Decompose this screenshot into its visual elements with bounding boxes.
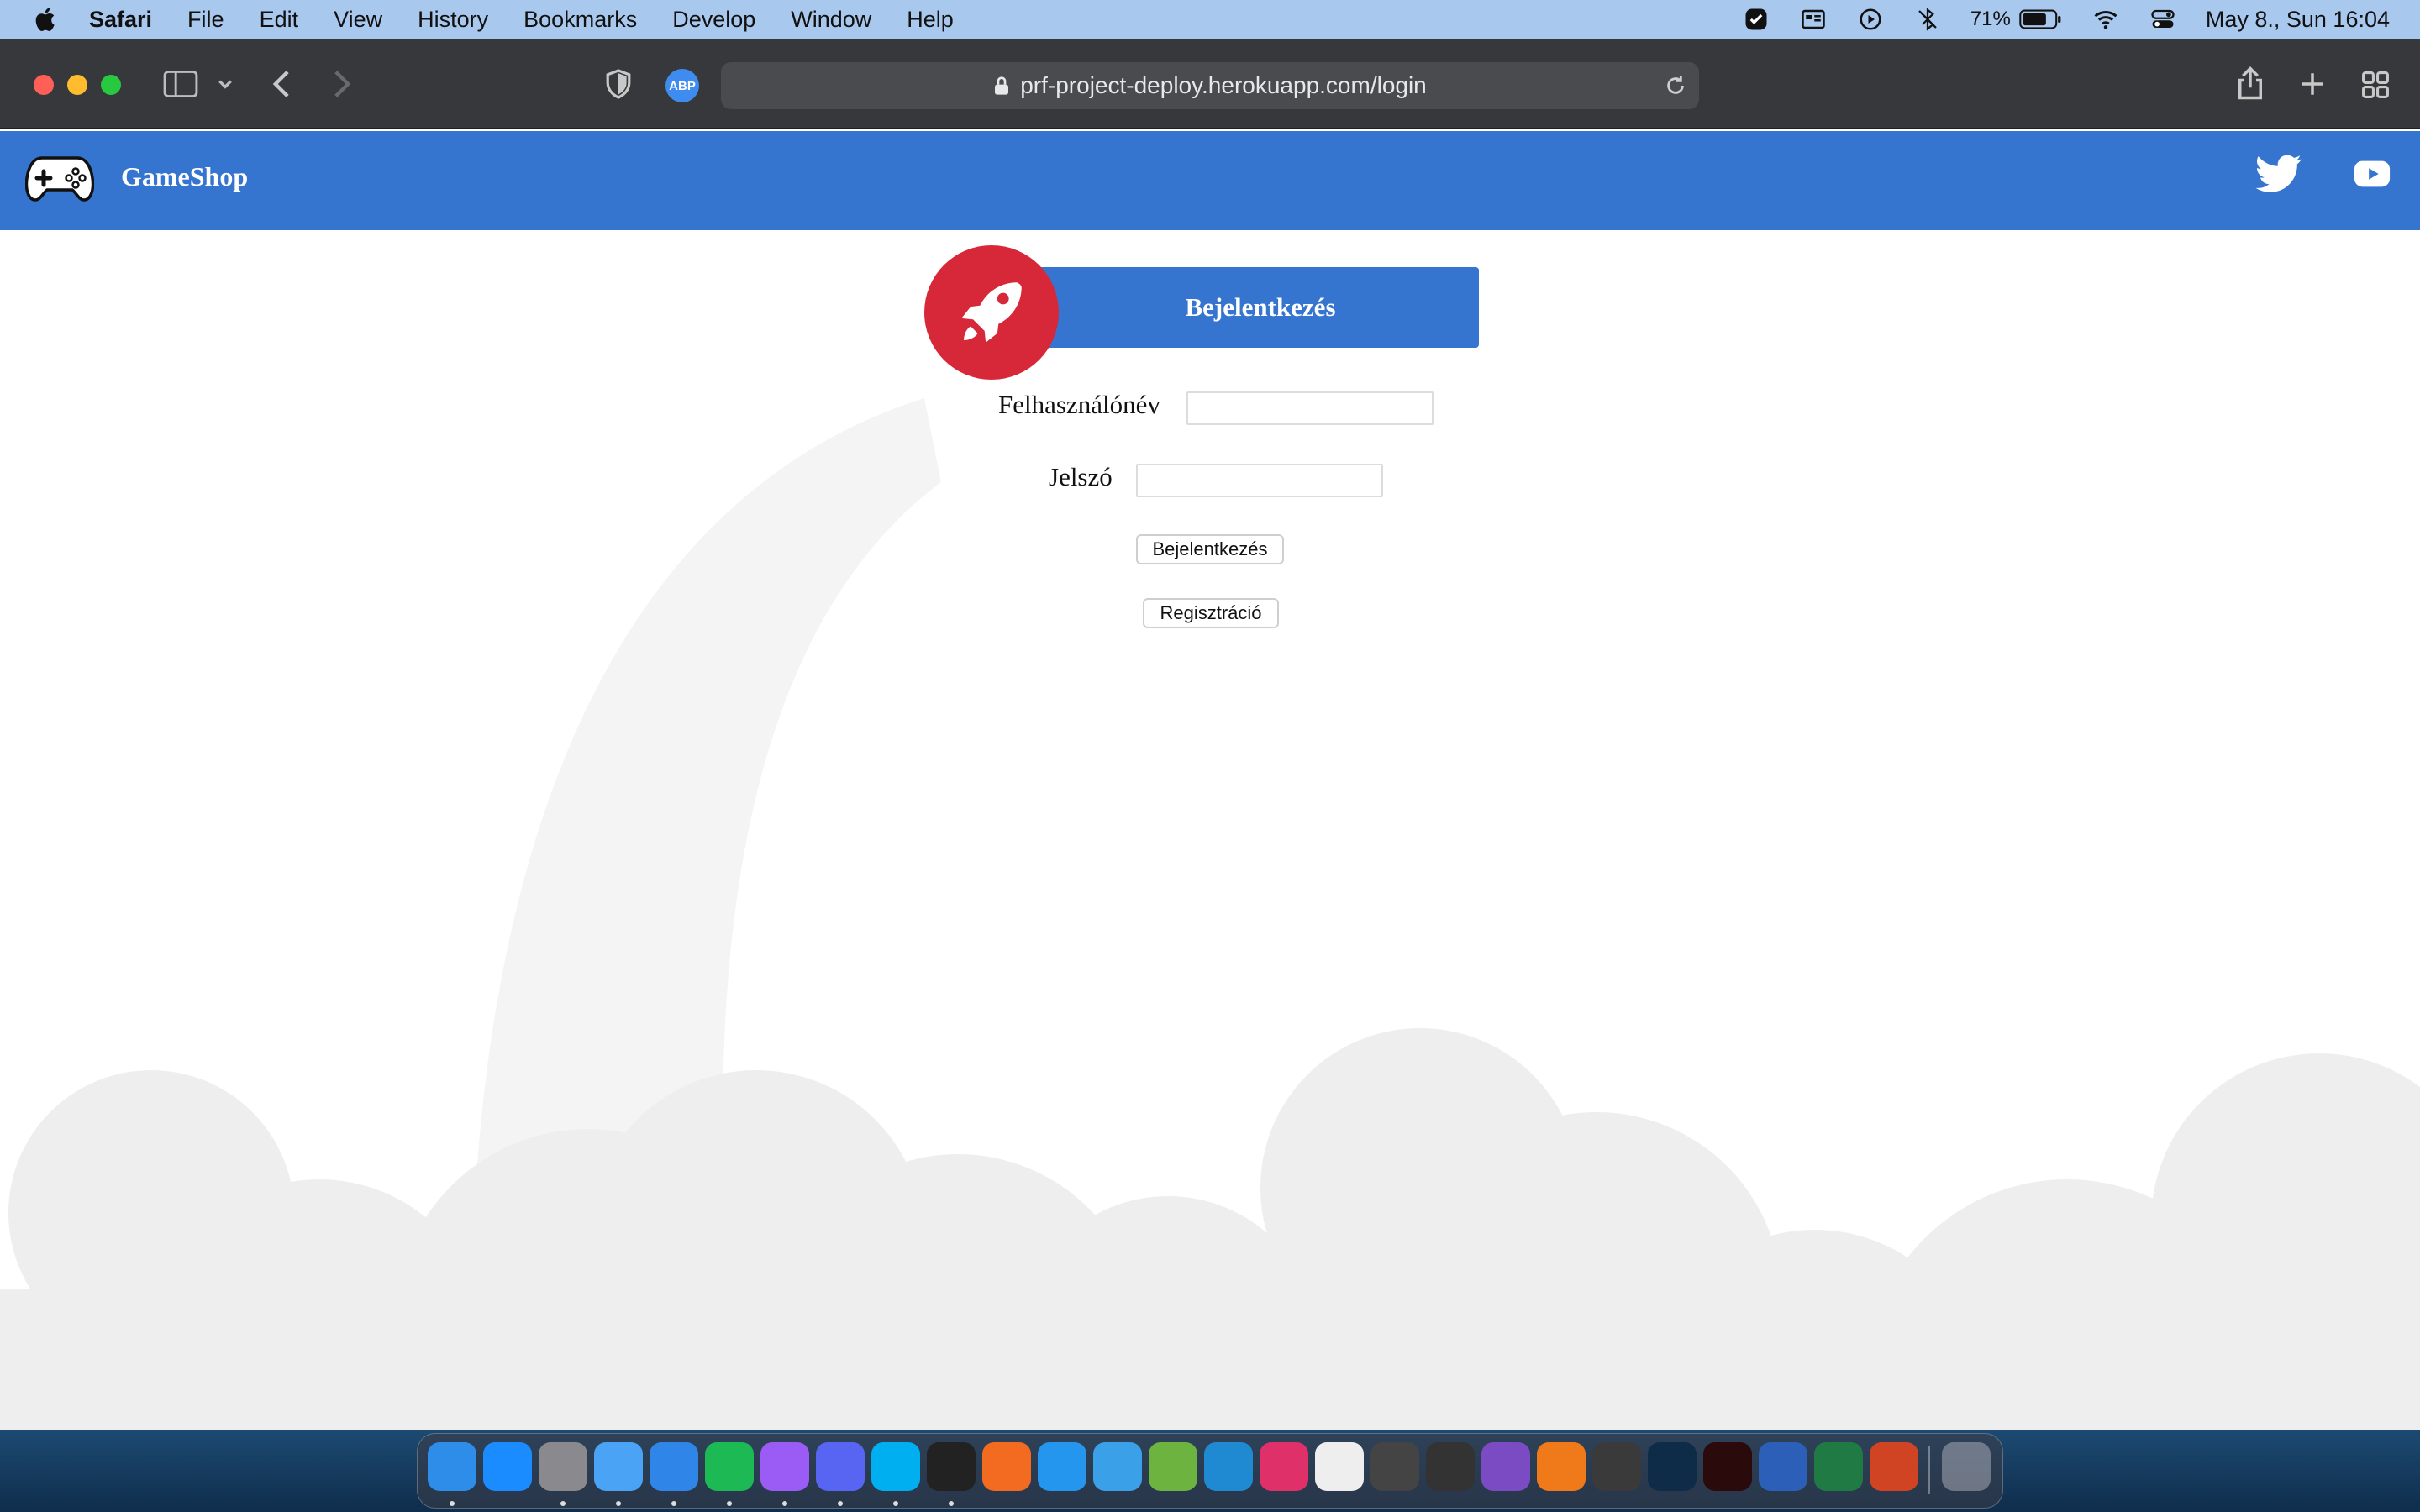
battery-icon[interactable] <box>2019 7 2063 32</box>
adblock-extension-icon[interactable]: ABP <box>666 69 699 102</box>
acrobat-icon[interactable] <box>1703 1442 1752 1491</box>
forward-arrow-icon[interactable] <box>331 69 353 99</box>
unity-icon[interactable] <box>1370 1442 1419 1491</box>
login-button[interactable]: Bejelentkezés <box>1136 534 1284 564</box>
reload-icon[interactable] <box>1664 74 1687 97</box>
app-store-icon[interactable] <box>483 1442 532 1491</box>
trash-icon[interactable] <box>1942 1442 1991 1491</box>
sourcetree-icon[interactable] <box>1537 1442 1586 1491</box>
menu-develop[interactable]: Develop <box>672 7 755 33</box>
sketch-icon[interactable] <box>982 1442 1031 1491</box>
final-cut-icon[interactable] <box>1592 1442 1641 1491</box>
privacy-shield-icon[interactable] <box>605 69 632 99</box>
wifi-icon[interactable] <box>2091 7 2120 32</box>
login-title: Bejelentkezés <box>1025 267 1479 348</box>
web-page: GameShop Bejelentkezés Felhasználónév Je… <box>0 131 2420 1430</box>
dock-separator <box>1928 1446 1930 1494</box>
username-input[interactable] <box>1186 391 1434 425</box>
rocket-icon <box>961 282 1022 343</box>
notes-icon[interactable] <box>1149 1442 1197 1491</box>
running-indicator <box>893 1501 898 1506</box>
sidebar-toggle-icon[interactable] <box>163 71 198 97</box>
menu-help[interactable]: Help <box>907 7 954 33</box>
password-label: Jelszó <box>1049 462 1113 491</box>
bluetooth-off-icon[interactable] <box>1913 7 1942 32</box>
control-center-icon[interactable] <box>2149 7 2177 32</box>
checkmark-shield-icon[interactable] <box>1742 7 1770 32</box>
back-arrow-icon[interactable] <box>271 69 292 99</box>
window-close-button[interactable] <box>34 75 54 95</box>
url-text: prf-project-deploy.herokuapp.com/login <box>1020 72 1427 98</box>
running-indicator <box>782 1501 787 1506</box>
intellij-icon[interactable] <box>1260 1442 1308 1491</box>
menubar: Safari File Edit View History Bookmarks … <box>0 0 2420 39</box>
menubar-clock[interactable]: May 8., Sun 16:04 <box>2206 7 2390 33</box>
menu-view[interactable]: View <box>334 7 382 33</box>
play-circle-icon[interactable] <box>1856 7 1885 32</box>
screen-display-icon[interactable] <box>1799 7 1828 32</box>
status-area: 71% May 8., Sun 16:04 <box>1713 0 2390 39</box>
messenger-icon[interactable] <box>760 1442 809 1491</box>
apple-icon[interactable] <box>32 5 60 34</box>
running-indicator <box>838 1501 843 1506</box>
running-indicator <box>671 1501 676 1506</box>
word-icon[interactable] <box>1759 1442 1807 1491</box>
running-indicator <box>949 1501 954 1506</box>
powerpoint-icon[interactable] <box>1870 1442 1918 1491</box>
youtube-icon[interactable] <box>2353 155 2391 193</box>
menu-app-safari[interactable]: Safari <box>89 7 152 33</box>
share-icon[interactable] <box>2237 66 2264 101</box>
system-preferences-icon[interactable] <box>539 1442 587 1491</box>
brand-name[interactable]: GameShop <box>121 161 248 192</box>
discord-icon[interactable] <box>816 1442 865 1491</box>
running-indicator <box>560 1501 566 1506</box>
finder-icon[interactable] <box>428 1442 476 1491</box>
running-indicator <box>616 1501 621 1506</box>
excel-icon[interactable] <box>1814 1442 1863 1491</box>
docker-icon[interactable] <box>1038 1442 1086 1491</box>
menu-window[interactable]: Window <box>791 7 871 33</box>
menu-history[interactable]: History <box>418 7 488 33</box>
new-tab-plus-icon[interactable] <box>2299 71 2326 97</box>
battery-percent: 71% <box>1970 8 2011 30</box>
safari-icon[interactable] <box>650 1442 698 1491</box>
browser-toolbar: ABP prf-project-deploy.herokuapp.com/log… <box>0 39 2420 129</box>
twitter-icon[interactable] <box>2255 155 2302 193</box>
running-indicator <box>727 1501 732 1506</box>
address-bar[interactable]: prf-project-deploy.herokuapp.com/login <box>721 62 1699 109</box>
photoshop-icon[interactable] <box>1648 1442 1697 1491</box>
unity-hub-icon[interactable] <box>1426 1442 1475 1491</box>
register-button[interactable]: Regisztráció <box>1143 598 1279 628</box>
rocket-badge <box>924 245 1059 380</box>
gamepad-logo-icon[interactable] <box>25 150 94 203</box>
password-input[interactable] <box>1136 464 1383 497</box>
running-indicator <box>450 1501 455 1506</box>
window-zoom-button[interactable] <box>101 75 121 95</box>
spotify-icon[interactable] <box>705 1442 754 1491</box>
chevron-down-icon[interactable] <box>217 76 234 92</box>
tab-overview-icon[interactable] <box>2361 71 2390 99</box>
menu-bookmarks[interactable]: Bookmarks <box>523 7 637 33</box>
lock-icon <box>995 76 1009 95</box>
username-label: Felhasználónév <box>998 390 1160 419</box>
visual-studio-icon[interactable] <box>1481 1442 1530 1491</box>
site-navbar: GameShop <box>0 131 2420 230</box>
terminal-icon[interactable] <box>927 1442 976 1491</box>
mail-icon[interactable] <box>594 1442 643 1491</box>
skype-icon[interactable] <box>871 1442 920 1491</box>
xcode-instruments-icon[interactable] <box>1315 1442 1364 1491</box>
window-minimize-button[interactable] <box>67 75 87 95</box>
menu-edit[interactable]: Edit <box>260 7 299 33</box>
menu-file[interactable]: File <box>187 7 224 33</box>
dock <box>417 1433 2003 1509</box>
fork-icon[interactable] <box>1093 1442 1142 1491</box>
safari-window: ABP prf-project-deploy.herokuapp.com/log… <box>0 39 2420 1430</box>
vscode-icon[interactable] <box>1204 1442 1253 1491</box>
